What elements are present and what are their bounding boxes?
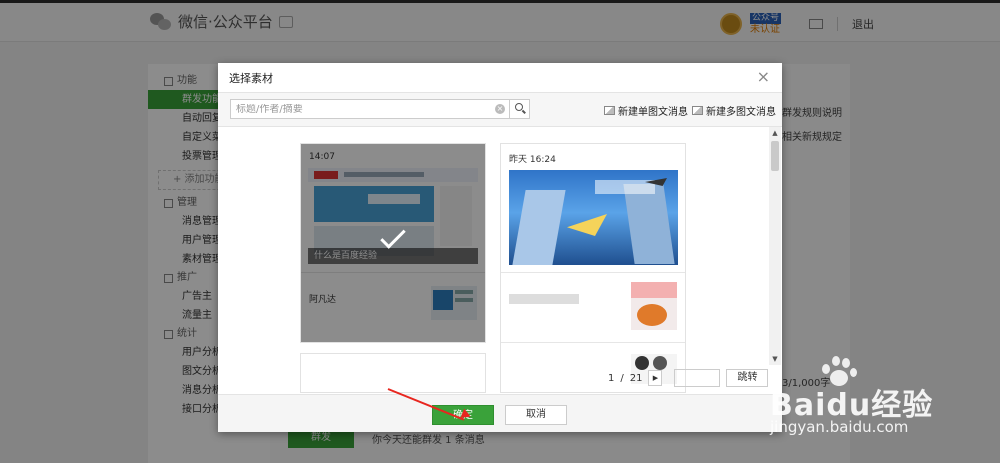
search-input[interactable] — [231, 103, 495, 115]
dialog-toolbar: × 新建单图文消息 新建多图文消息 — [218, 93, 782, 127]
blurred-title — [509, 294, 579, 304]
search-button[interactable] — [509, 100, 529, 118]
scroll-thumb[interactable] — [771, 141, 779, 171]
baidu-watermark: Baidu经验 jingyan.baidu.com — [770, 352, 970, 452]
dialog-header: 选择素材 × — [218, 63, 782, 93]
select-material-dialog: 选择素材 × × 新建单图文消息 新建多图文消息 14:07 — [218, 63, 782, 432]
page-number-input[interactable] — [674, 369, 721, 387]
material-list: 14:07 什么是百度经验 阿凡达 昨天 16:24 ▲ ▼ — [218, 127, 782, 395]
pagination: 1 / 21 ▶ 跳转 — [608, 369, 769, 387]
card-sub-thumbnail — [631, 282, 677, 330]
dialog-footer: 确定 取消 — [218, 394, 782, 432]
dialog-title: 选择素材 — [229, 71, 273, 85]
page-current: 1 — [608, 372, 615, 384]
material-card-next[interactable] — [300, 353, 486, 393]
search-box: × — [230, 99, 530, 119]
card-date: 昨天 16:24 — [509, 155, 556, 165]
card-thumbnail — [509, 170, 678, 265]
page-total: 21 — [629, 372, 643, 384]
new-single-article-button[interactable]: 新建单图文消息 — [604, 103, 688, 118]
jump-button[interactable]: 跳转 — [726, 369, 769, 387]
clear-icon[interactable]: × — [495, 104, 505, 114]
scroll-up-icon[interactable]: ▲ — [770, 128, 780, 138]
next-page-icon[interactable]: ▶ — [648, 370, 663, 386]
material-card[interactable]: 昨天 16:24 — [500, 143, 686, 393]
image-icon — [692, 106, 703, 115]
material-card-selected[interactable]: 14:07 什么是百度经验 阿凡达 — [300, 143, 486, 343]
page-sep: / — [620, 372, 624, 384]
close-icon[interactable]: × — [757, 69, 770, 85]
scrollbar[interactable]: ▲ ▼ — [769, 127, 781, 365]
watermark-url: jingyan.baidu.com — [770, 418, 909, 436]
new-multi-article-button[interactable]: 新建多图文消息 — [692, 103, 776, 118]
image-icon — [604, 106, 615, 115]
cancel-button[interactable]: 取消 — [505, 405, 567, 425]
